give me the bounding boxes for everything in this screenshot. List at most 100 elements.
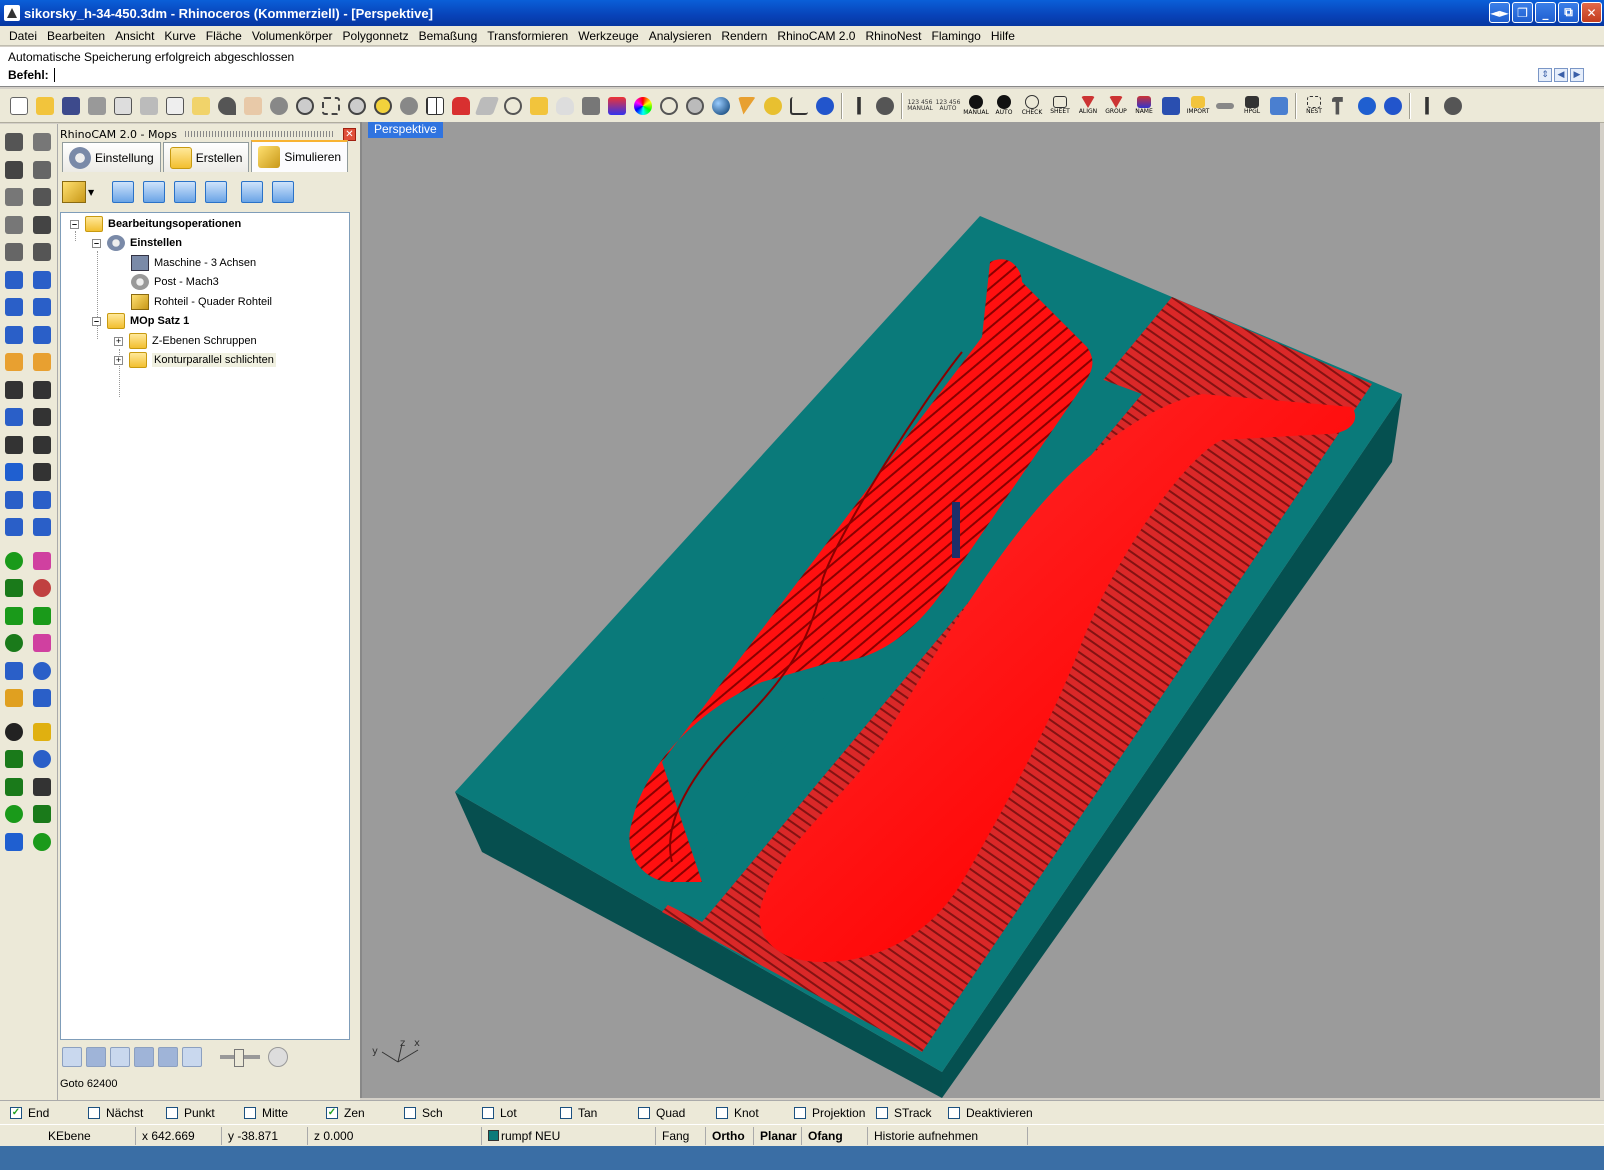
- tool-flip-button[interactable]: [30, 488, 54, 512]
- status-history[interactable]: Historie aufnehmen: [868, 1126, 1028, 1145]
- menu-polygonnetz[interactable]: Polygonnetz: [338, 29, 414, 43]
- stock-model-icon[interactable]: [62, 181, 86, 203]
- options-button[interactable]: [760, 93, 786, 119]
- tool-render-box-button[interactable]: [2, 576, 26, 600]
- object-snap-button[interactable]: [500, 93, 526, 119]
- open-button[interactable]: [32, 93, 58, 119]
- sim-mode-5-button[interactable]: [158, 1047, 178, 1067]
- zoom-extents-button[interactable]: [344, 93, 370, 119]
- menu-rhinocam[interactable]: RhinoCAM 2.0: [772, 29, 860, 43]
- osnap-tan[interactable]: Tan: [560, 1106, 638, 1120]
- tool-sun-button[interactable]: [30, 720, 54, 744]
- tool-split-button[interactable]: [30, 350, 54, 374]
- tool-flamingo-light-button[interactable]: [30, 659, 54, 683]
- car-button[interactable]: [448, 93, 474, 119]
- copy-button[interactable]: [162, 93, 188, 119]
- menu-bearbeiten[interactable]: Bearbeiten: [42, 29, 110, 43]
- minimize-button[interactable]: _: [1535, 2, 1556, 23]
- osnap-mitte[interactable]: Mitte: [244, 1106, 326, 1120]
- osnap-checkbox[interactable]: [948, 1106, 960, 1119]
- tree-node-post[interactable]: Post - Mach3: [131, 273, 219, 291]
- tool-select-button[interactable]: [2, 130, 26, 154]
- tool-render-disk-button[interactable]: [2, 775, 26, 799]
- tool-paint-button[interactable]: [30, 576, 54, 600]
- tree-node-op-finishing[interactable]: + Konturparallel schlichten: [114, 351, 276, 369]
- osnap-sch[interactable]: Sch: [404, 1106, 482, 1120]
- status-planar[interactable]: Planar: [754, 1126, 802, 1145]
- tool-scale-button[interactable]: [30, 433, 54, 457]
- tool-curve-button[interactable]: [30, 158, 54, 182]
- paste-button[interactable]: [188, 93, 214, 119]
- osnap-checkbox[interactable]: ✓: [10, 1106, 22, 1119]
- zoom-button[interactable]: [292, 93, 318, 119]
- chevron-down-icon[interactable]: ▼: [88, 188, 94, 197]
- osnap-end[interactable]: ✓ End: [10, 1106, 88, 1120]
- menu-flamingo[interactable]: Flamingo: [927, 29, 986, 43]
- save-button[interactable]: [58, 93, 84, 119]
- tool-explode-button[interactable]: [2, 350, 26, 374]
- sim-settings-gear-icon[interactable]: [268, 1047, 288, 1067]
- osnap-checkbox[interactable]: [404, 1106, 416, 1119]
- manual-button[interactable]: MANUAL: [962, 93, 990, 119]
- undo-button[interactable]: [214, 93, 240, 119]
- tree-node-stock[interactable]: Rohteil - Quader Rohteil: [131, 293, 272, 311]
- sim-mode-6-button[interactable]: [182, 1047, 202, 1067]
- status-plane[interactable]: KEbene: [0, 1126, 136, 1145]
- manual-number-button[interactable]: 123 456 MANUAL: [906, 93, 934, 119]
- osnap-checkbox[interactable]: [166, 1106, 178, 1119]
- play-button[interactable]: [1354, 93, 1380, 119]
- menu-rendern[interactable]: Rendern: [716, 29, 772, 43]
- box-button[interactable]: [1266, 93, 1292, 119]
- tool-boolean-button[interactable]: [2, 405, 26, 429]
- expand-icon[interactable]: +: [114, 336, 123, 346]
- check-button[interactable]: CHECK: [1018, 93, 1046, 119]
- render-tool-button[interactable]: [734, 93, 760, 119]
- tool-zoom-light-button[interactable]: [30, 686, 54, 710]
- lights-button[interactable]: [552, 93, 578, 119]
- menu-transformieren[interactable]: Transformieren: [482, 29, 573, 43]
- cplane-button[interactable]: [474, 93, 500, 119]
- tool-rpc-button[interactable]: [2, 830, 26, 854]
- osnap-zen[interactable]: ✓ Zen: [326, 1106, 404, 1120]
- menu-analysieren[interactable]: Analysieren: [644, 29, 717, 43]
- osnap-checkbox[interactable]: [794, 1106, 806, 1119]
- osnap-punkt[interactable]: Punkt: [166, 1106, 244, 1120]
- osnap-checkbox[interactable]: ✓: [326, 1106, 338, 1119]
- viewport-layout-button[interactable]: [422, 93, 448, 119]
- tool-extrude-button[interactable]: [30, 268, 54, 292]
- zoom-selected-button[interactable]: [370, 93, 396, 119]
- tree-node-root[interactable]: – Bearbeitungsoperationen: [70, 215, 241, 233]
- tool-block-button[interactable]: [2, 515, 26, 539]
- osnap-checkbox[interactable]: [638, 1106, 650, 1119]
- osnap-checkbox[interactable]: [560, 1106, 572, 1119]
- tool-polyline-button[interactable]: [2, 158, 26, 182]
- tab-erstellen[interactable]: Erstellen: [162, 142, 250, 172]
- rhinonest-help-button[interactable]: [1380, 93, 1406, 119]
- tile-button[interactable]: ❐: [1512, 2, 1533, 23]
- sim-mode-2-button[interactable]: [86, 1047, 106, 1067]
- tool-dimension-button[interactable]: [30, 515, 54, 539]
- tool-offset-button[interactable]: [2, 433, 26, 457]
- tool-bird-button[interactable]: [30, 631, 54, 655]
- tool-light-bulb-button[interactable]: [2, 659, 26, 683]
- tool-render-sphere-button[interactable]: [2, 549, 26, 573]
- expand-icon[interactable]: +: [114, 355, 123, 365]
- layer-button[interactable]: [604, 93, 630, 119]
- auto-button[interactable]: AUTO: [990, 93, 1018, 119]
- tool-globe-button[interactable]: [2, 686, 26, 710]
- viewport-title[interactable]: Perspektive: [368, 122, 443, 138]
- tool-flamingo-button[interactable]: [30, 549, 54, 573]
- tool-array-button[interactable]: [2, 488, 26, 512]
- simulate-fast-forward-button[interactable]: [205, 181, 228, 203]
- import-button[interactable]: IMPORT: [1184, 93, 1212, 119]
- tool-ellipse-button[interactable]: [2, 213, 26, 237]
- osnap-checkbox[interactable]: [482, 1106, 494, 1119]
- tool-checker-button[interactable]: [2, 747, 26, 771]
- tool-surface-edit-button[interactable]: [30, 323, 54, 347]
- status-layer[interactable]: rumpf NEU: [482, 1126, 656, 1145]
- select-points-button[interactable]: [526, 93, 552, 119]
- nest-shape-button[interactable]: [1158, 93, 1184, 119]
- tool-arc-button[interactable]: [30, 185, 54, 209]
- menu-hilfe[interactable]: Hilfe: [986, 29, 1020, 43]
- tool-trim-button[interactable]: [2, 378, 26, 402]
